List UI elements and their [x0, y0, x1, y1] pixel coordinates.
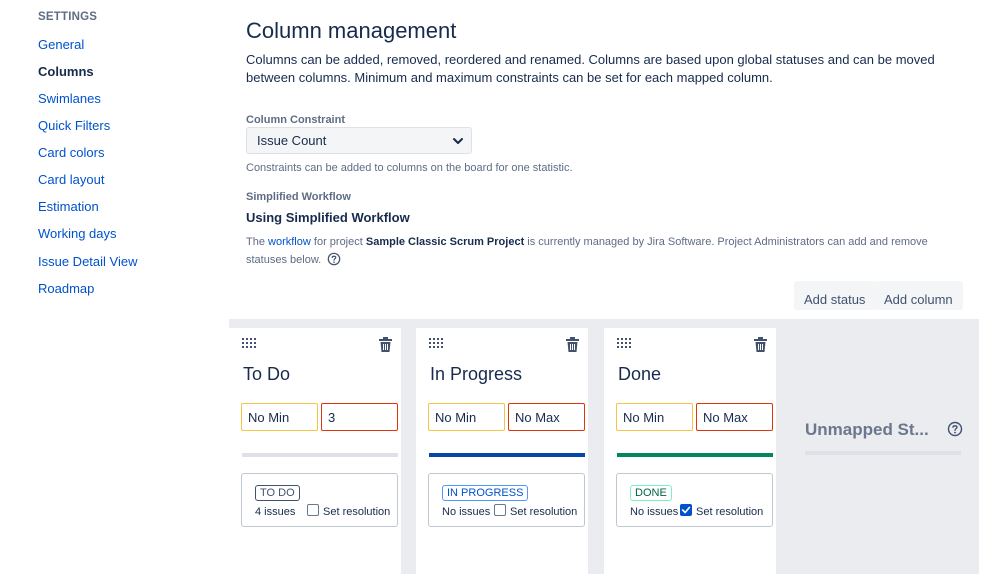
constraint-help: Constraints can be added to columns on t… — [246, 162, 573, 174]
page-title: Column management — [246, 18, 457, 43]
set-resolution-label: Set resolution — [323, 506, 391, 518]
issue-count: No issues — [442, 506, 491, 518]
unmapped-status-bar — [805, 451, 961, 455]
constraint-select-value: Issue Count — [257, 133, 327, 148]
column-board: To Do No Min 3 TO DO 4 issues Set resolu… — [229, 319, 979, 583]
trash-icon[interactable] — [379, 337, 392, 352]
set-resolution-checkbox[interactable] — [680, 504, 692, 516]
column-title[interactable]: In Progress — [430, 364, 522, 385]
intro-text: Columns can be added, removed, reordered… — [246, 52, 935, 85]
settings-sidebar: SETTINGS General Columns Swimlanes Quick… — [0, 0, 230, 574]
sidebar-item-working-days[interactable]: Working days — [38, 226, 117, 241]
sidebar-item-issue-detail-view[interactable]: Issue Detail View — [38, 254, 137, 269]
workflow-description: The workflow for project Sample Classic … — [246, 233, 966, 269]
status-lozenge: TO DO — [255, 485, 300, 501]
unmapped-statuses-title: Unmapped St... — [805, 420, 929, 439]
sidebar-item-estimation[interactable]: Estimation — [38, 199, 99, 214]
constraint-label: Column Constraint — [246, 114, 345, 126]
help-icon[interactable] — [947, 421, 963, 437]
set-resolution-checkbox[interactable] — [494, 504, 506, 516]
sidebar-item-general[interactable]: General — [38, 37, 84, 52]
set-resolution-label: Set resolution — [696, 506, 764, 518]
workflow-title: Using Simplified Workflow — [246, 210, 410, 225]
chevron-down-icon — [453, 138, 463, 144]
status-card[interactable]: IN PROGRESS No issues Set resolution — [428, 473, 585, 527]
trash-icon[interactable] — [566, 337, 579, 352]
add-status-button[interactable]: Add status — [794, 281, 876, 310]
status-lozenge: IN PROGRESS — [442, 485, 529, 501]
min-input[interactable]: No Min — [428, 403, 505, 431]
set-resolution-label: Set resolution — [510, 506, 578, 518]
min-input[interactable]: No Min — [241, 403, 318, 431]
status-lozenge: DONE — [630, 485, 672, 501]
sidebar-heading: SETTINGS — [38, 11, 98, 23]
help-icon[interactable] — [327, 252, 341, 266]
column-status-bar — [242, 453, 398, 457]
column-status-bar — [429, 453, 585, 457]
column-title[interactable]: To Do — [243, 364, 290, 385]
workflow-label: Simplified Workflow — [246, 191, 351, 203]
sidebar-item-roadmap[interactable]: Roadmap — [38, 281, 94, 296]
board-column: To Do No Min 3 TO DO 4 issues Set resolu… — [229, 328, 401, 583]
min-input[interactable]: No Min — [616, 403, 693, 431]
sidebar-item-quick-filters[interactable]: Quick Filters — [38, 118, 110, 133]
constraint-select[interactable]: Issue Count — [246, 127, 472, 154]
column-title[interactable]: Done — [618, 364, 661, 385]
issue-count: 4 issues — [255, 506, 296, 518]
max-input[interactable]: 3 — [321, 403, 398, 431]
check-icon — [681, 506, 691, 514]
sidebar-item-columns[interactable]: Columns — [38, 64, 94, 79]
board-column: In Progress No Min No Max IN PROGRESS No… — [416, 328, 588, 583]
workflow-link[interactable]: workflow — [268, 236, 311, 248]
max-input[interactable]: No Max — [508, 403, 585, 431]
sidebar-item-card-colors[interactable]: Card colors — [38, 145, 104, 160]
sidebar-item-card-layout[interactable]: Card layout — [38, 172, 104, 187]
drag-handle-icon[interactable] — [429, 338, 445, 348]
max-input[interactable]: No Max — [696, 403, 773, 431]
column-status-bar — [617, 453, 773, 457]
drag-handle-icon[interactable] — [617, 338, 633, 348]
add-column-button[interactable]: Add column — [874, 281, 963, 310]
trash-icon[interactable] — [754, 337, 767, 352]
drag-handle-icon[interactable] — [242, 338, 258, 348]
status-card[interactable]: DONE No issues Set resolution — [616, 473, 773, 527]
set-resolution-checkbox[interactable] — [307, 504, 319, 516]
status-card[interactable]: TO DO 4 issues Set resolution — [241, 473, 398, 527]
workflow-desc-mid: for project — [313, 236, 363, 248]
project-name: Sample Classic Scrum Project — [365, 236, 525, 248]
workflow-desc-pre: The — [246, 236, 265, 248]
sidebar-item-swimlanes[interactable]: Swimlanes — [38, 91, 101, 106]
issue-count: No issues — [630, 506, 679, 518]
board-column: Done No Min No Max DONE No issues Set re… — [604, 328, 776, 583]
